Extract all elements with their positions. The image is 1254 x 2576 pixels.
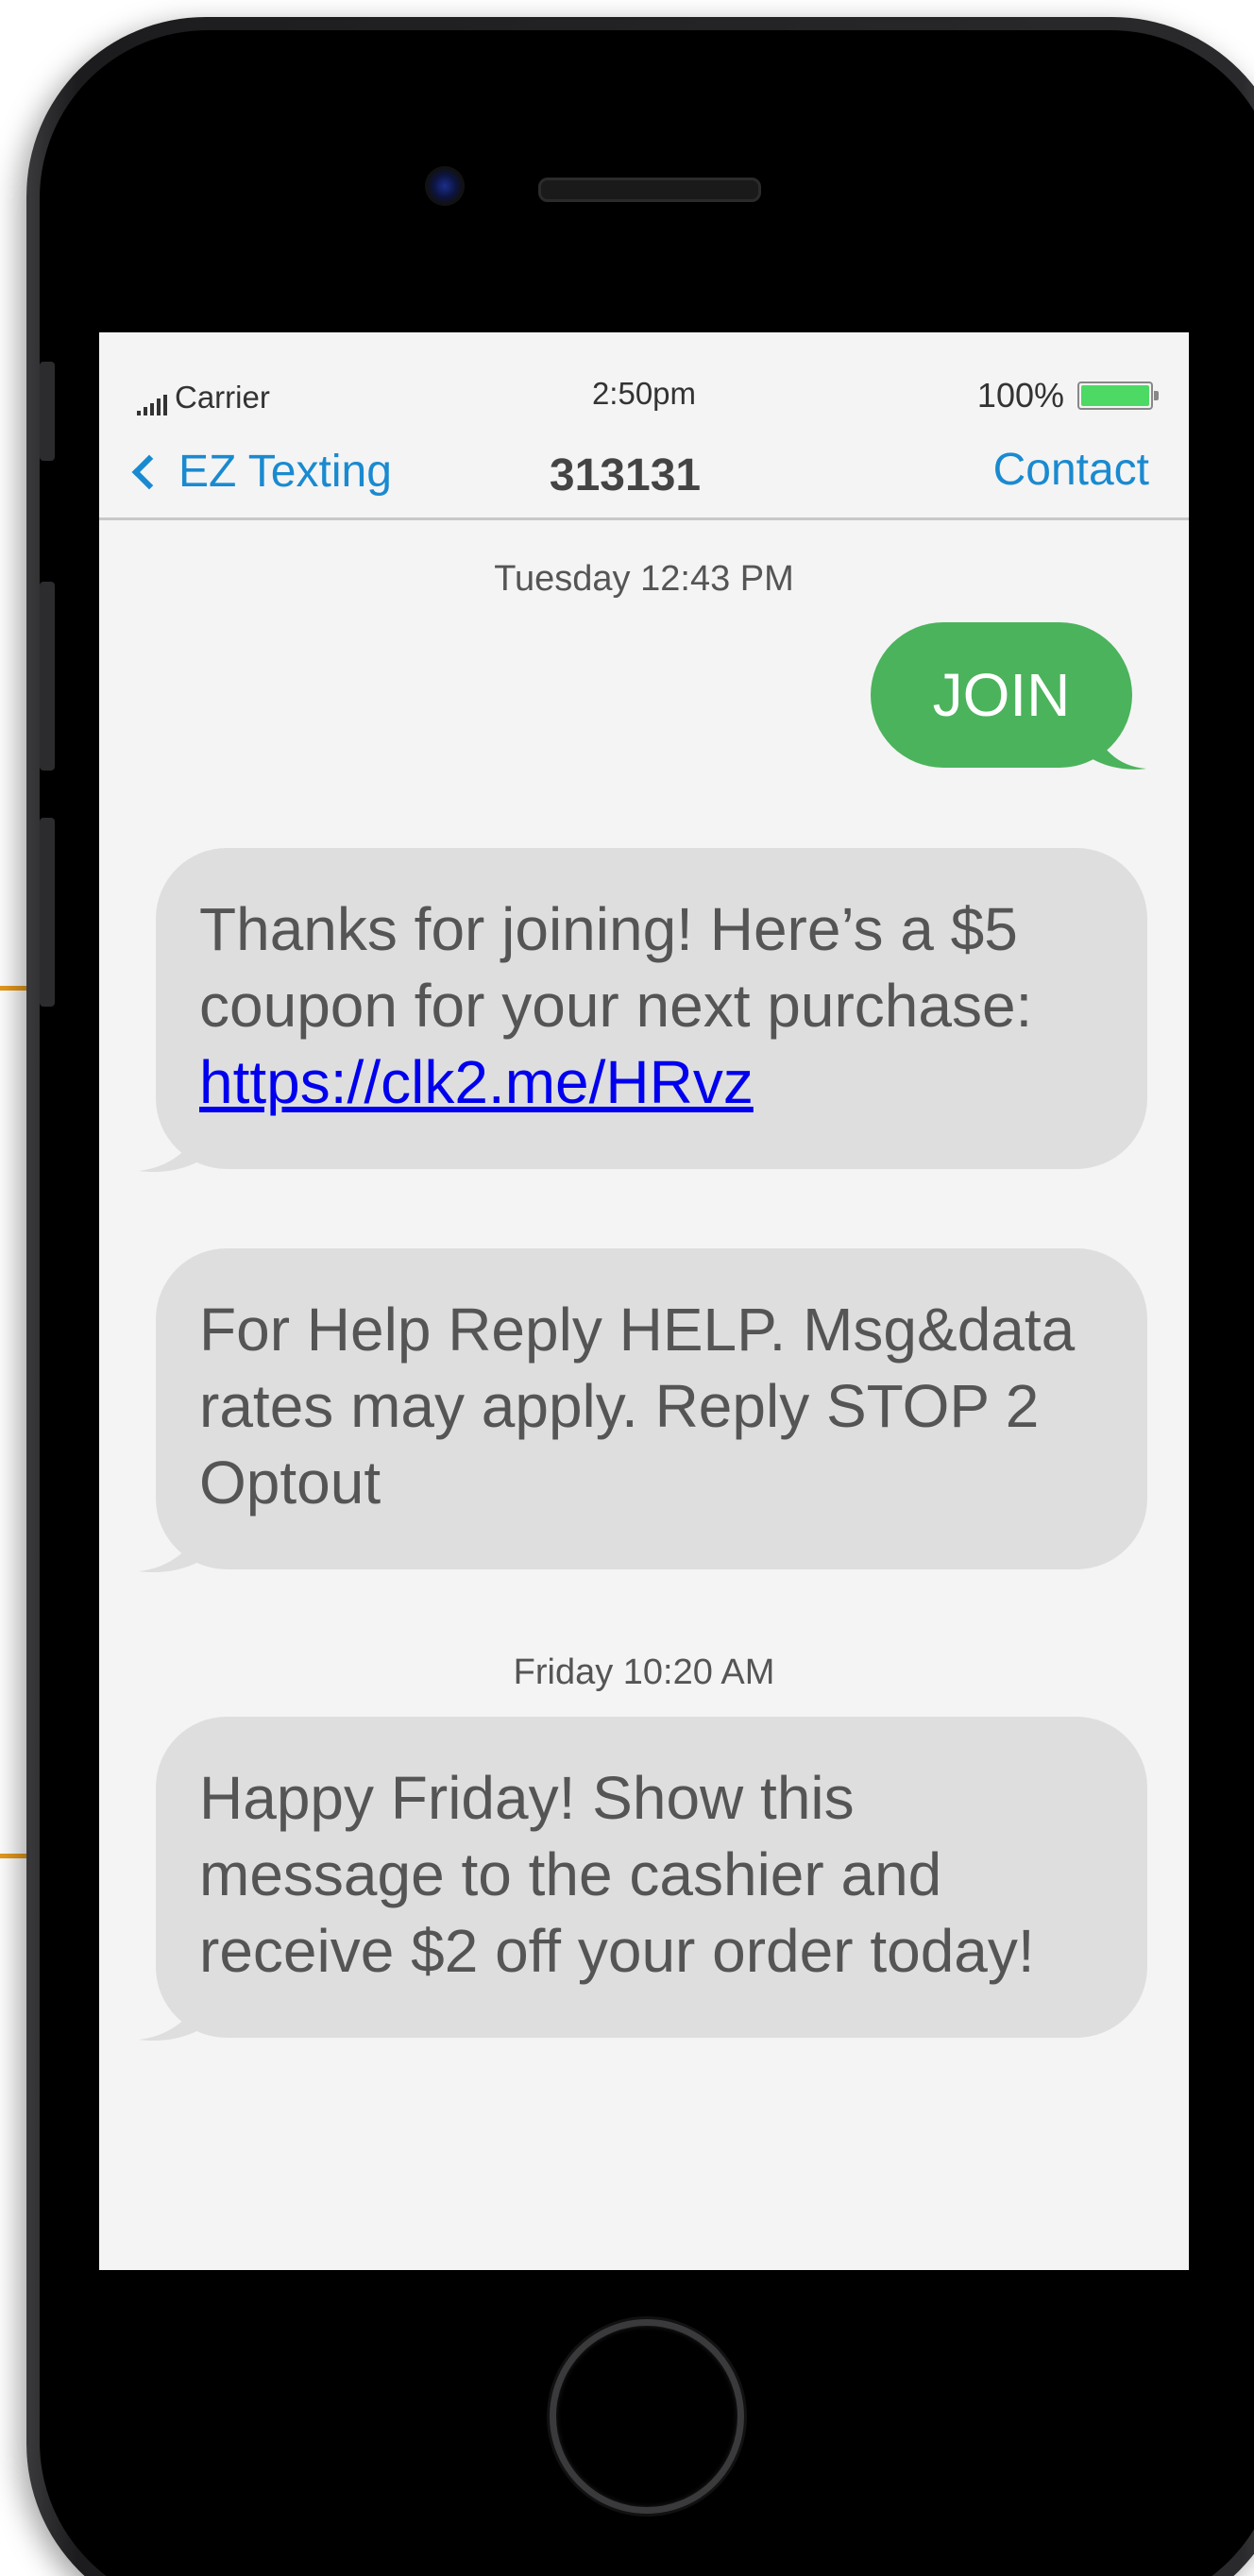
battery-percent: 100% [976, 376, 1064, 415]
conversation-title: 313131 [549, 450, 702, 500]
page: Carrier 2:50pm 100% EZ Texting 313131 Co… [0, 0, 1254, 2576]
status-bar: Carrier 2:50pm 100% [99, 332, 1189, 415]
message-timestamp: Friday 10:20 AM [513, 1652, 775, 1692]
incoming-bubble-tail [139, 1118, 205, 1173]
incoming-bubble-tail [139, 1987, 205, 2042]
outgoing-bubble-tail [1090, 720, 1146, 770]
contact-button[interactable]: Contact [993, 444, 1149, 496]
status-battery: 100% [976, 376, 1159, 415]
chevron-left-icon [131, 454, 167, 489]
incoming-message: Thanks for joining! Here’s a $5 coupon f… [156, 848, 1147, 1169]
mute-switch [40, 362, 55, 461]
navigation-bar: EZ Texting 313131 Contact [99, 427, 1189, 520]
incoming-message: For Help Reply HELP. Msg&data rates may … [156, 1248, 1147, 1569]
message-text: Thanks for joining! Here’s a $5 coupon f… [199, 895, 1033, 1040]
front-camera [425, 166, 465, 206]
message-text: For Help Reply HELP. Msg&data rates may … [199, 1296, 1076, 1517]
message-text: Happy Friday! Show this message to the c… [199, 1764, 1035, 1985]
incoming-message: Happy Friday! Show this message to the c… [156, 1717, 1147, 2038]
volume-down-button [40, 818, 55, 1007]
back-button[interactable]: EZ Texting [127, 446, 392, 498]
volume-up-button [40, 582, 55, 771]
earpiece-speaker [538, 178, 761, 202]
battery-icon [1077, 381, 1159, 410]
message-timestamp: Tuesday 12:43 PM [494, 559, 794, 599]
coupon-link[interactable]: https://clk2.me/HRvz [199, 1048, 754, 1116]
home-button[interactable] [550, 2319, 744, 2514]
phone-screen: Carrier 2:50pm 100% EZ Texting 313131 Co… [99, 332, 1189, 2270]
back-label: EZ Texting [178, 447, 392, 497]
incoming-bubble-tail [139, 1518, 205, 1573]
